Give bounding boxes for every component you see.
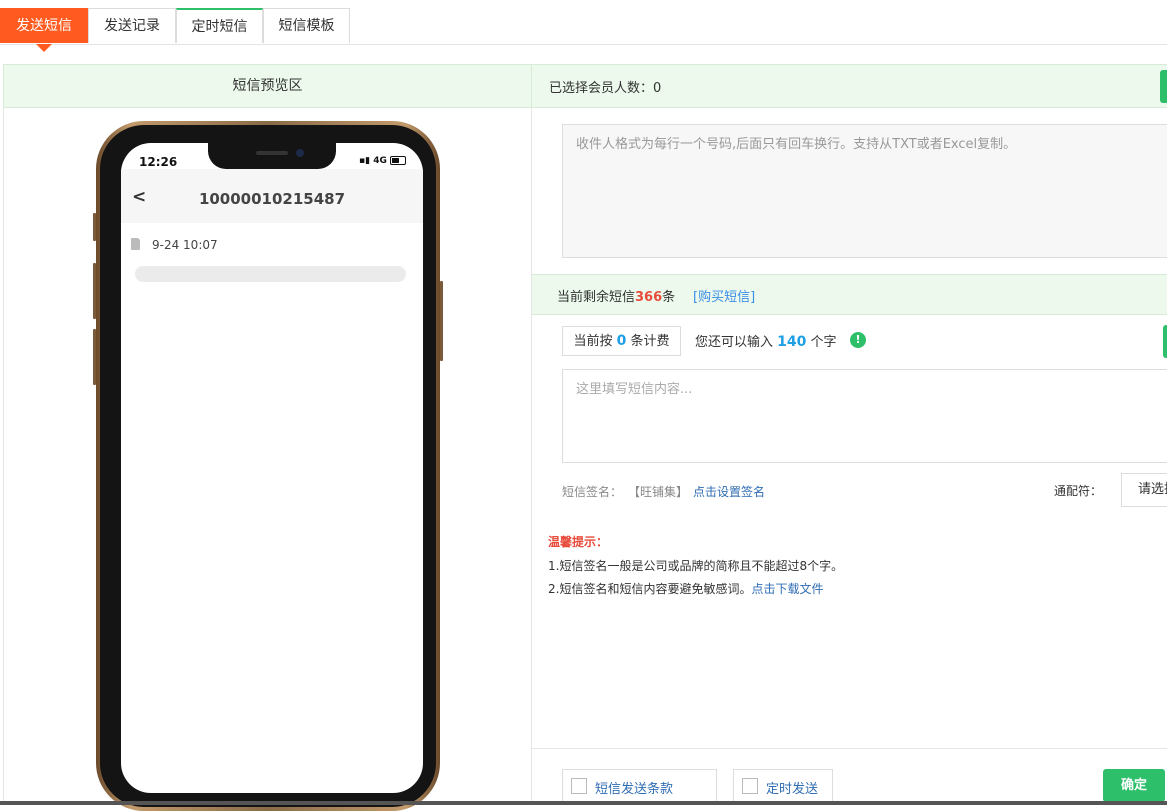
scheduled-send-label[interactable]: 定时发送 <box>766 778 818 797</box>
tip-line-2: 2.短信签名和短信内容要避免敏感词。点击下载文件 <box>548 582 824 596</box>
phone-mockup: 12:26 ▪▮ 4G < 10000010215487 9-24 10:07 <box>93 121 443 811</box>
message-bubble <box>135 266 406 282</box>
info-icon[interactable]: ! <box>850 332 866 348</box>
network-label: 4G <box>373 156 387 166</box>
scheduled-send-option[interactable]: 定时发送 <box>733 769 833 805</box>
signal-icon: ▪▮ <box>359 156 374 166</box>
schedule-checkbox[interactable] <box>742 778 758 794</box>
balance-text: 当前剩余短信366条 <box>557 290 676 305</box>
sender-number: 10000010215487 <box>198 190 346 208</box>
select-members-button[interactable] <box>1160 70 1167 103</box>
sms-terms-option[interactable]: 短信发送条款 <box>562 769 717 805</box>
sms-content-input[interactable] <box>562 369 1167 463</box>
remaining-chars: 您还可以输入 140 个字 <box>695 334 837 350</box>
balance-count: 366 <box>635 290 663 305</box>
wildcard-select[interactable]: 请选择 <box>1121 473 1167 507</box>
phone-side-button <box>93 263 96 319</box>
phone-side-button <box>93 213 96 241</box>
preview-header: 短信预览区 <box>3 64 532 108</box>
status-time: 12:26 <box>139 155 178 169</box>
wildcard-label: 通配符： <box>1054 484 1103 498</box>
status-icons: ▪▮ 4G <box>359 156 406 166</box>
battery-icon <box>389 156 406 165</box>
phone-screen: 12:26 ▪▮ 4G < 10000010215487 9-24 10:07 <box>121 143 423 793</box>
tab-sms-templates[interactable]: 短信模板 <box>263 8 350 43</box>
tab-send-records[interactable]: 发送记录 <box>88 8 176 43</box>
tips-title: 温馨提示： <box>548 535 609 549</box>
footer-divider <box>532 748 1167 749</box>
buy-sms-link[interactable]: [购买短信] <box>693 286 755 305</box>
phone-side-button <box>440 281 443 361</box>
balance-bar: 当前剩余短信366条 [购买短信] <box>532 274 1167 315</box>
camera-icon <box>296 149 304 157</box>
signature-label: 短信签名： <box>562 485 623 499</box>
billing-count-box: 当前按 0 条计费 <box>562 326 681 356</box>
tab-send-sms[interactable]: 发送短信 <box>0 8 88 52</box>
remaining-count: 140 <box>777 334 807 350</box>
tab-scheduled-sms[interactable]: 定时短信 <box>176 8 263 43</box>
bottom-strip <box>0 801 1167 805</box>
sim-icon <box>131 238 140 250</box>
tab-bar: 发送短信 发送记录 定时短信 短信模板 <box>0 0 1167 52</box>
tip-line-1: 1.短信签名一般是公司或品牌的简称且不能超过8个字。 <box>548 559 844 573</box>
billing-count: 0 <box>616 333 627 349</box>
phone-notch <box>208 143 336 169</box>
download-file-link[interactable]: 点击下载文件 <box>751 582 823 596</box>
insert-button[interactable] <box>1163 325 1167 358</box>
message-time: 9-24 10:07 <box>152 238 218 252</box>
confirm-button[interactable]: 确定 <box>1103 769 1165 802</box>
terms-checkbox[interactable] <box>571 778 587 794</box>
selected-members-count: 已选择会员人数：0 <box>549 81 662 96</box>
sms-terms-link[interactable]: 短信发送条款 <box>595 778 673 797</box>
phone-side-button <box>93 329 96 385</box>
signature-value: 【旺铺集】 <box>628 485 689 499</box>
recipients-input[interactable] <box>562 124 1167 258</box>
recipients-header: 已选择会员人数：0 <box>532 64 1167 108</box>
set-signature-link[interactable]: 点击设置签名 <box>693 483 765 500</box>
